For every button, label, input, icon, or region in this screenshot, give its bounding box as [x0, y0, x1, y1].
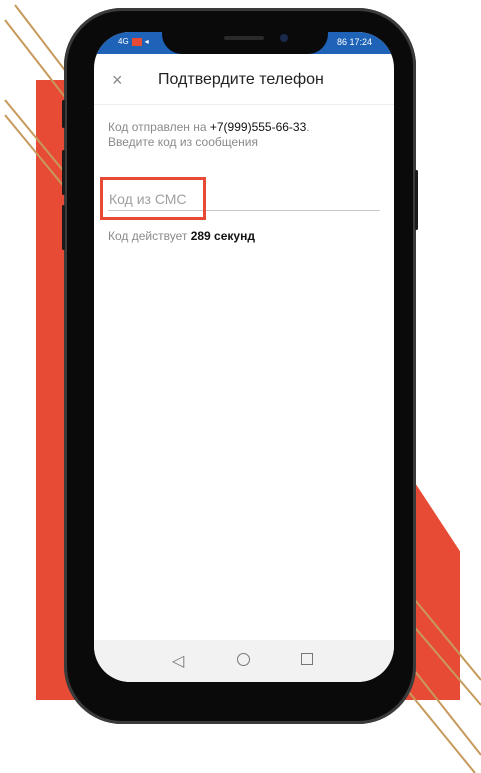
android-navbar: ◁ [94, 640, 394, 682]
phone-power-button [415, 170, 418, 230]
status-time: 17:24 [349, 37, 372, 47]
sent-prefix: Код отправлен на [108, 120, 207, 134]
mail-notification-icon [131, 37, 142, 46]
phone-volume-up-button [62, 150, 65, 195]
timer-prefix: Код действует [108, 229, 188, 243]
app-header: × Подтвердите телефон [94, 60, 394, 105]
speaker-grille [224, 36, 264, 40]
phone-number: +7(999)555-66-33 [209, 120, 307, 134]
code-timer: Код действует 289 секунд [108, 229, 255, 243]
phone-volume-down-button [62, 205, 65, 250]
front-camera [280, 34, 288, 42]
sms-sent-info: Код отправлен на +7(999)555-66-33. Введи… [108, 120, 383, 150]
instruction-text: Введите код из сообщения [108, 135, 258, 149]
phone-screen: 4G ◂ 86 17:24 × Подтвердите телефон Код … [94, 32, 394, 682]
back-icon[interactable]: ◁ [172, 651, 184, 671]
phone-side-button [62, 100, 65, 128]
close-icon[interactable]: × [112, 70, 123, 90]
sent-suffix: . [306, 120, 310, 134]
page-title: Подтвердите телефон [158, 71, 324, 88]
battery-icon: 86 [336, 37, 347, 47]
status-time-group: 86 17:24 [337, 37, 372, 47]
signal-icon: 4G [118, 37, 129, 46]
sms-field-highlight [100, 177, 206, 220]
status-indicators: 4G ◂ [118, 37, 149, 46]
navigation-arrow-icon: ◂ [144, 37, 149, 46]
timer-value: 289 секунд [190, 229, 255, 243]
home-icon[interactable] [237, 653, 250, 666]
recent-apps-icon[interactable] [301, 653, 313, 665]
